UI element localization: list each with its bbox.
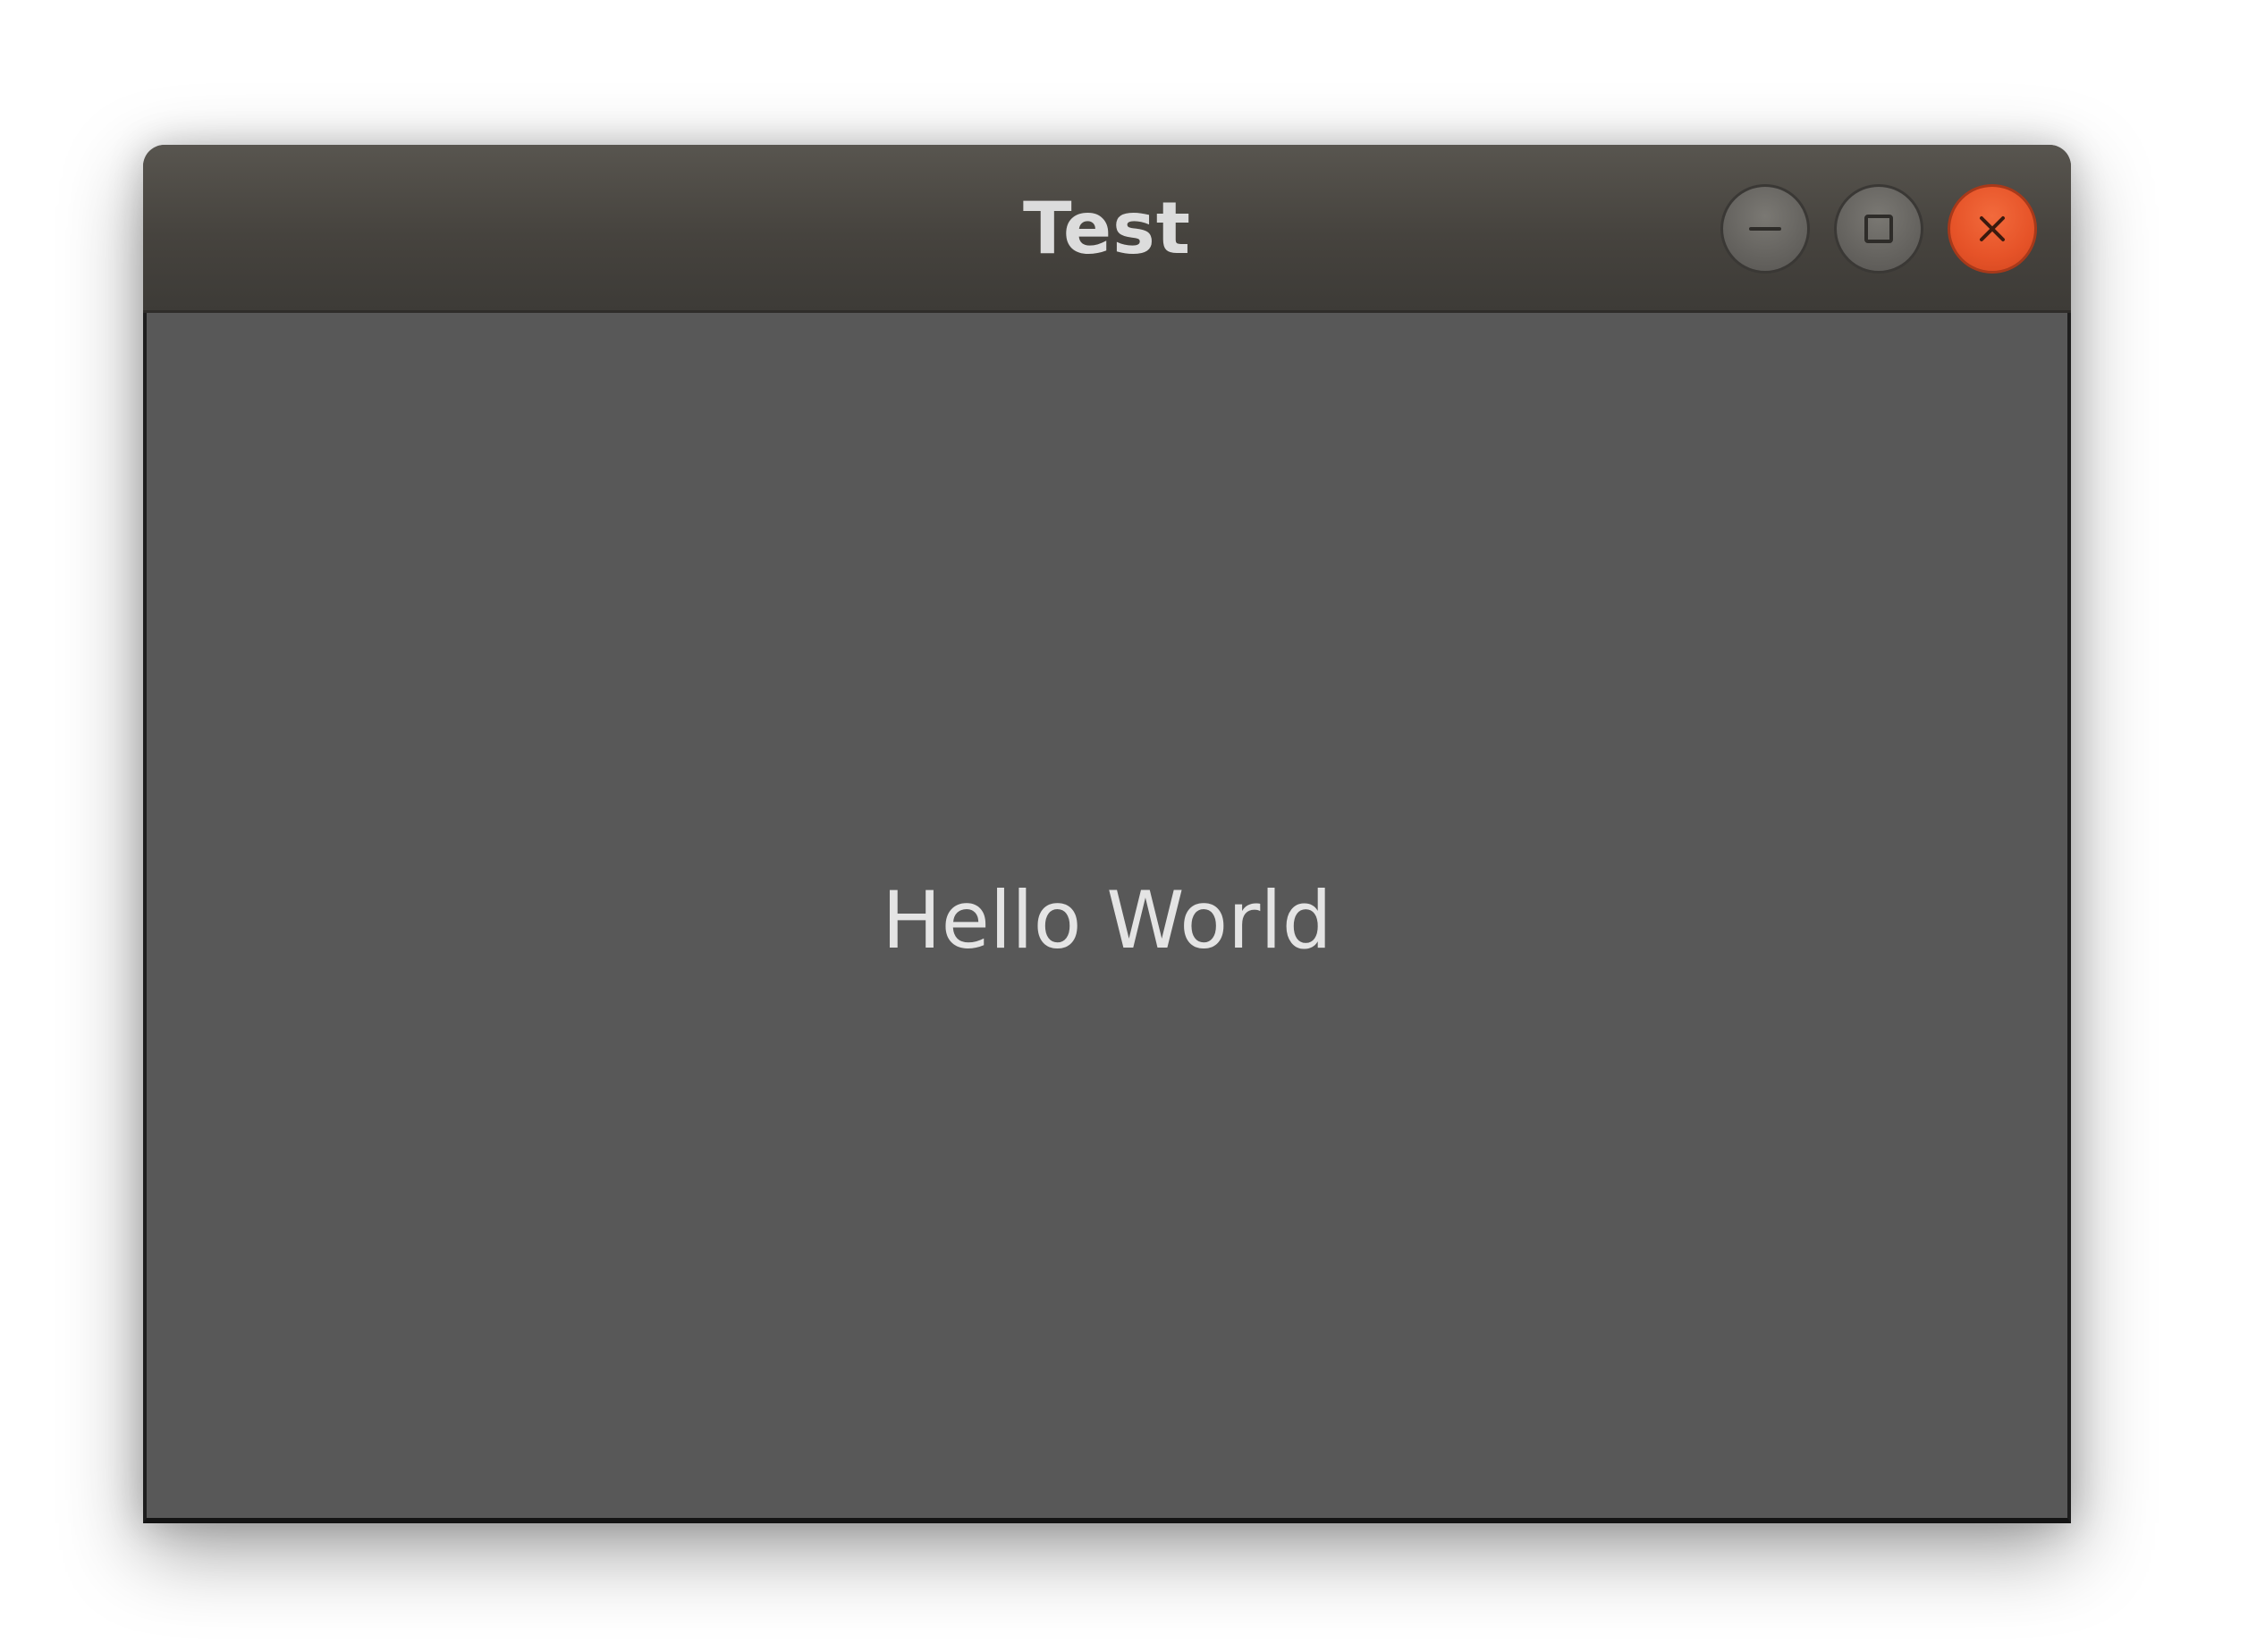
close-button[interactable] xyxy=(1948,184,2037,274)
minimize-button[interactable] xyxy=(1720,184,1810,274)
title-bar[interactable]: Test xyxy=(143,145,2071,313)
maximize-icon xyxy=(1864,215,1893,243)
window-content: Hello World xyxy=(143,313,2071,1523)
maximize-button[interactable] xyxy=(1834,184,1923,274)
hello-label: Hello World xyxy=(882,873,1332,966)
app-window: Test Hello World xyxy=(143,145,2071,1523)
close-icon xyxy=(1980,216,2005,241)
minimize-icon xyxy=(1749,227,1781,231)
